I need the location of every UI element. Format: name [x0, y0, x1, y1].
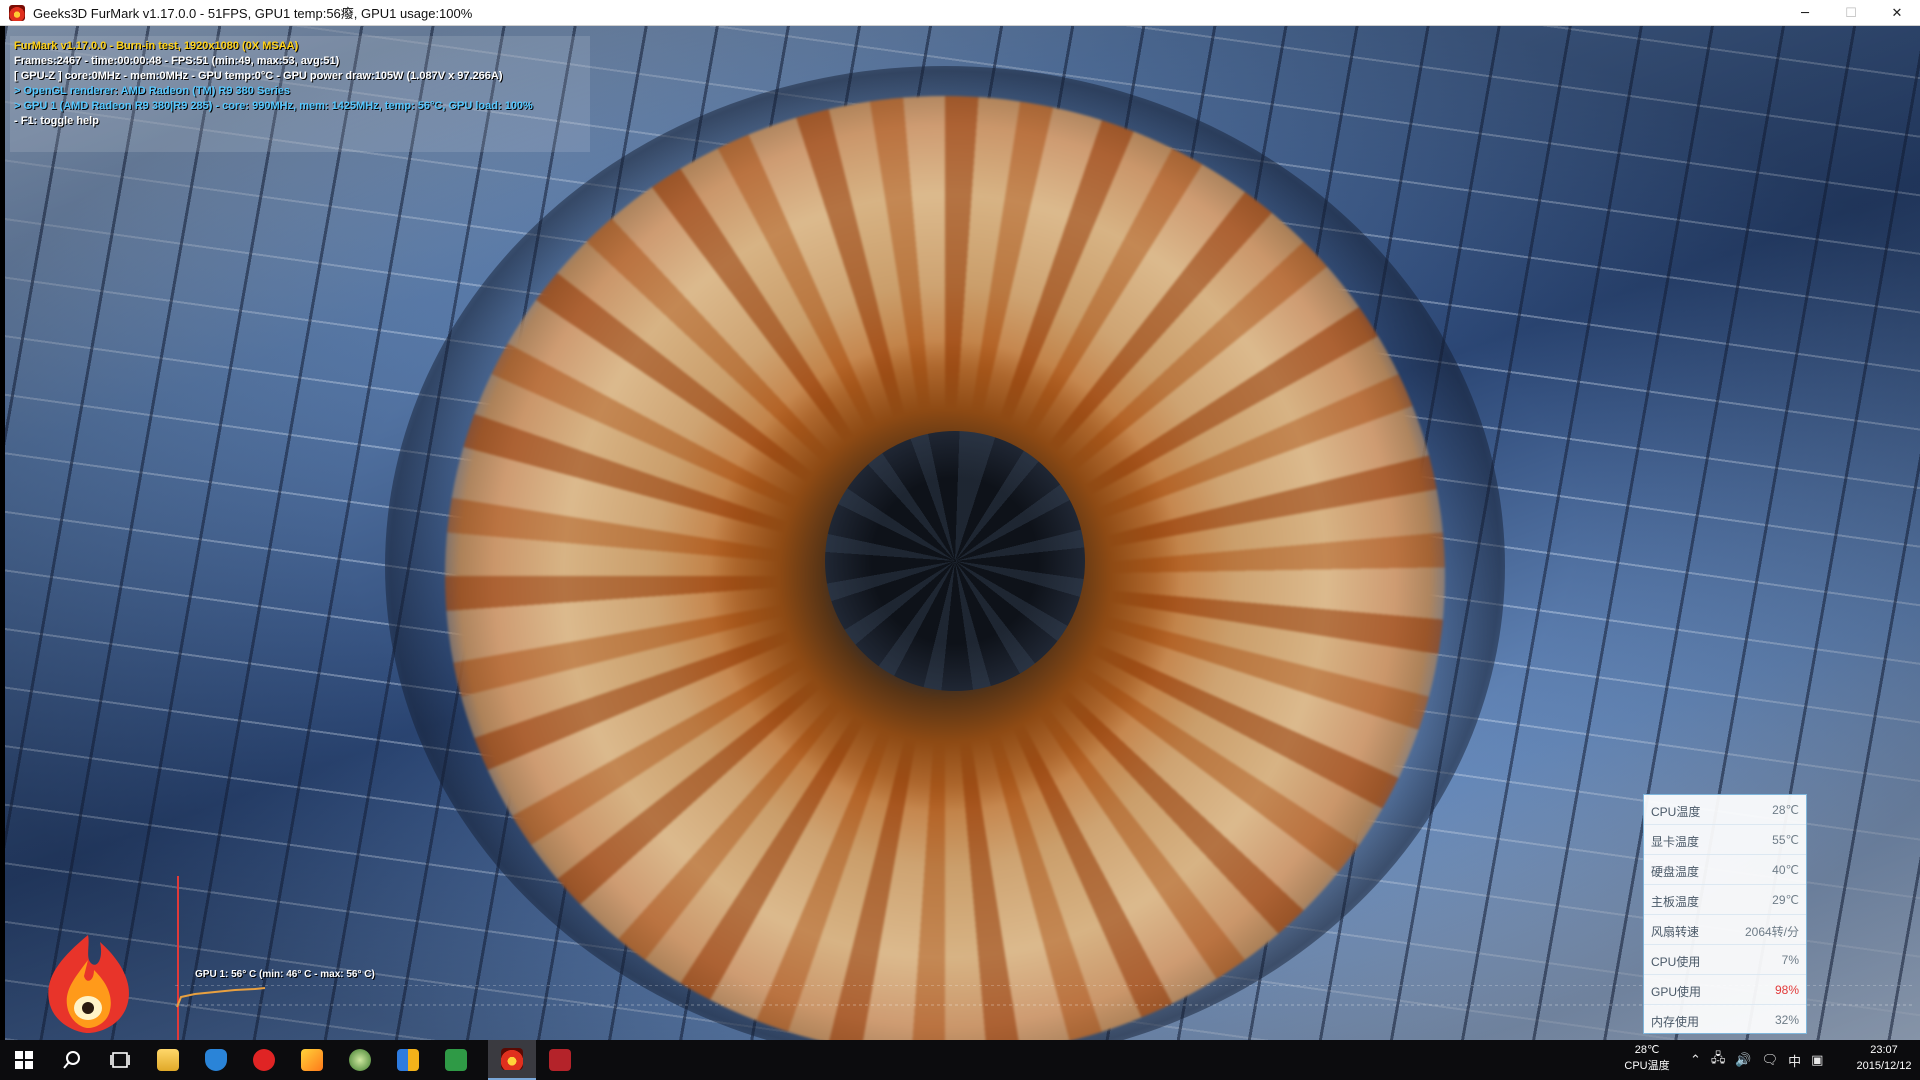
logo-pupil [82, 1002, 94, 1014]
furmark-taskbar-icon [501, 1048, 523, 1070]
monitor-app-icon [445, 1049, 467, 1071]
sensor-label: 风扇转速 [1651, 925, 1700, 939]
taskbar-furmark[interactable] [488, 1040, 536, 1080]
furmark-window: Geeks3D FurMark v1.17.0.0 - 51FPS, GPU1 … [0, 0, 1920, 1080]
title-bar[interactable]: Geeks3D FurMark v1.17.0.0 - 51FPS, GPU1 … [0, 0, 1920, 26]
sensor-label: 显卡温度 [1651, 835, 1700, 849]
sensor-value: 7% [1781, 953, 1799, 967]
windows-logo-icon [15, 1051, 33, 1069]
tray-cpu-temp-value: 28℃ [1634, 1044, 1660, 1056]
sensor-value: 32% [1774, 1013, 1799, 1027]
sensor-value: 28℃ [1772, 803, 1799, 817]
hardware-monitor-panel[interactable]: CPU温度 28℃ 显卡温度 55℃ 硬盘温度 40℃ 主板温度 29℃ 风扇转… [1643, 794, 1807, 1034]
taskbar-gpu-tool[interactable] [536, 1040, 584, 1080]
store-app-icon [397, 1049, 419, 1071]
tray-cpu-temp-label: CPU温度 [1624, 1060, 1670, 1072]
chevron-up-icon[interactable]: ⌃ [1690, 1053, 1701, 1068]
osd-line-gpu1: > GPU 1 (AMD Radeon R9 380|R9 285) - cor… [14, 100, 533, 112]
osd-line-renderer: > OpenGL renderer: AMD Radeon (TM) R9 38… [14, 85, 290, 97]
task-view-icon [110, 1052, 130, 1068]
window-title: Geeks3D FurMark v1.17.0.0 - 51FPS, GPU1 … [33, 6, 473, 21]
osd-line-frames: Frames:2467 - time:00:00:48 - FPS:51 (mi… [14, 55, 340, 67]
gpu-tool-icon [549, 1049, 571, 1071]
taskbar-file-explorer[interactable] [144, 1040, 192, 1080]
sensor-label: 硬盘温度 [1651, 865, 1700, 879]
notification-icon[interactable]: 🗨 [1762, 1053, 1779, 1068]
game-app-icon [301, 1049, 323, 1071]
volume-icon[interactable]: 🔊 [1735, 1053, 1751, 1068]
clock-time: 23:07 [1870, 1044, 1898, 1056]
sensor-value: 29℃ [1772, 893, 1799, 907]
taskbar-bird-app[interactable] [336, 1040, 384, 1080]
taskbar-security-app[interactable] [192, 1040, 240, 1080]
render-canvas[interactable] [5, 26, 1920, 1040]
search-button[interactable] [48, 1040, 96, 1080]
minimize-button[interactable]: ─ [1782, 0, 1828, 26]
sensor-value: 55℃ [1772, 833, 1799, 847]
window-controls: ─ ☐ ✕ [1782, 0, 1920, 26]
bird-app-icon [349, 1049, 371, 1071]
sensor-label: CPU使用 [1651, 955, 1701, 969]
start-button[interactable] [0, 1040, 48, 1080]
osd-line-gpuz: [ GPU-Z ] core:0MHz - mem:0MHz - GPU tem… [14, 70, 503, 82]
sensor-row-cpu-temp: CPU温度 28℃ [1644, 795, 1806, 825]
sensor-label: CPU温度 [1651, 805, 1701, 819]
sensor-row-board-temp: 主板温度 29℃ [1644, 885, 1806, 915]
sensor-row-disk-temp: 硬盘温度 40℃ [1644, 855, 1806, 885]
sensor-label: 内存使用 [1651, 1015, 1700, 1029]
sensor-label: 主板温度 [1651, 895, 1700, 909]
clock-date: 2015/12/12 [1856, 1060, 1912, 1072]
ime-indicator[interactable]: 中 [1788, 1051, 1801, 1070]
taskbar-monitor-app[interactable] [432, 1040, 480, 1080]
sensor-row-gpu-usage: GPU使用 98% [1644, 975, 1806, 1005]
taskbar-store-app[interactable] [384, 1040, 432, 1080]
sensor-row-memory-usage: 内存使用 32% [1644, 1005, 1806, 1035]
sensor-row-fan-speed: 风扇转速 2064转/分 [1644, 915, 1806, 945]
close-button[interactable]: ✕ [1874, 0, 1920, 26]
sensor-label: GPU使用 [1651, 985, 1702, 999]
maximize-button[interactable]: ☐ [1828, 0, 1874, 26]
taskbar-game-app[interactable] [288, 1040, 336, 1080]
furmark-logo [48, 935, 129, 1033]
folder-icon [157, 1049, 179, 1071]
gpu-temp-line [176, 987, 266, 1008]
gpu-temp-graph-label: GPU 1: 56° C (min: 46° C - max: 56° C) [195, 969, 375, 980]
furmark-app-icon [9, 4, 25, 21]
network-icon[interactable]: 🖧 [1711, 1049, 1726, 1071]
sensor-value: 40℃ [1772, 863, 1799, 877]
sensor-row-cpu-usage: CPU使用 7% [1644, 945, 1806, 975]
sensor-value: 98% [1774, 983, 1799, 997]
shield-icon [205, 1049, 227, 1071]
media-app-icon [253, 1049, 275, 1071]
pupil-render [825, 431, 1085, 691]
osd-line-title: FurMark v1.17.0.0 - Burn-in test, 1920x1… [14, 40, 299, 52]
action-center-icon[interactable]: ▣ [1811, 1053, 1823, 1068]
search-icon [63, 1051, 80, 1069]
sensor-value: 2064转/分 [1744, 925, 1799, 939]
taskbar-clock[interactable]: 23:07 2015/12/12 [1850, 1042, 1918, 1074]
osd-line-help: - F1: toggle help [14, 115, 99, 127]
sensor-row-gpu-temp: 显卡温度 55℃ [1644, 825, 1806, 855]
task-view-button[interactable] [96, 1040, 144, 1080]
tray-cpu-temp[interactable]: 28℃ CPU温度 [1612, 1042, 1682, 1074]
system-tray: ⌃ 🖧 🔊 🗨 中 ▣ [1690, 1040, 1833, 1080]
osd-panel: FurMark v1.17.0.0 - Burn-in test, 1920x1… [10, 36, 590, 152]
taskbar-media-app[interactable] [240, 1040, 288, 1080]
